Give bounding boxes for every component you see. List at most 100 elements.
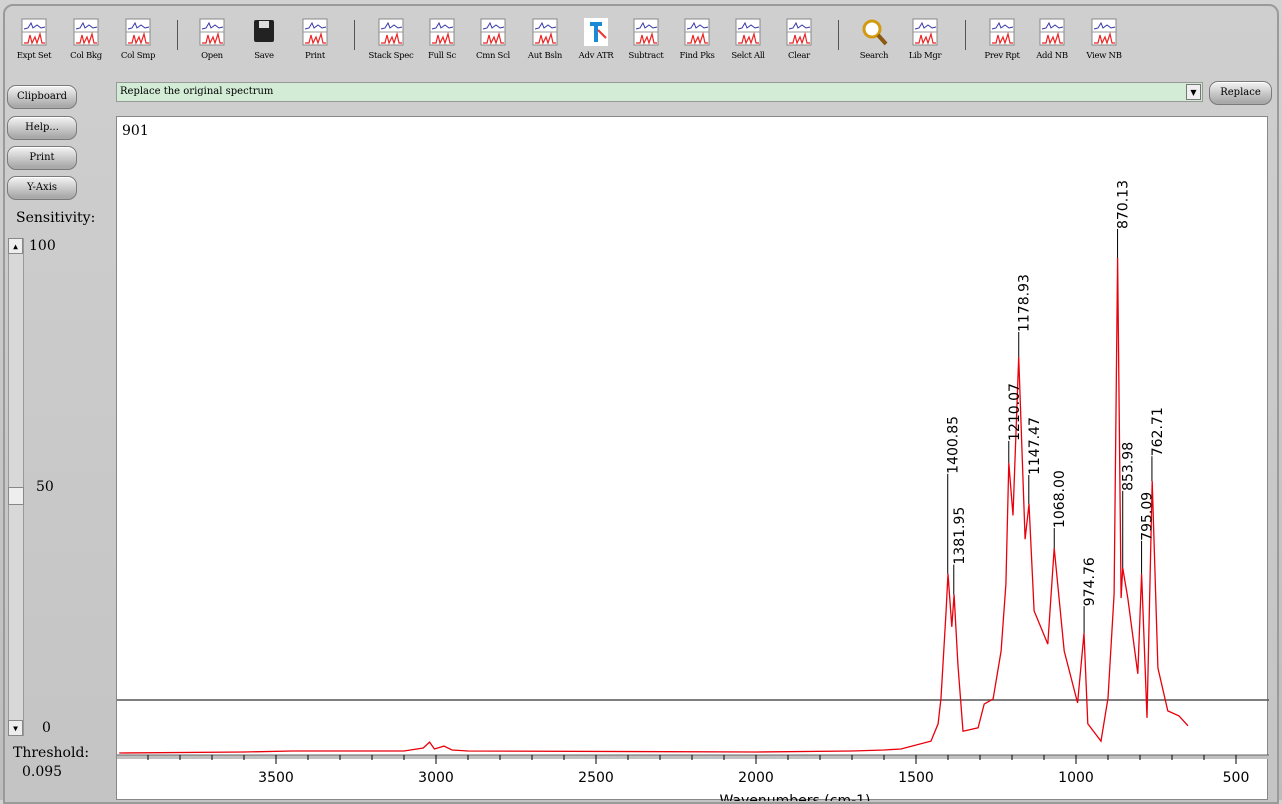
toolbar-button-label: Subtract [628, 51, 664, 61]
peak-label: 1381.95 [952, 507, 968, 565]
toolbar-button-label: Search [859, 51, 889, 61]
toolbar-button-search[interactable]: Search [847, 16, 901, 61]
scale-max: 100 [29, 238, 56, 254]
peak-label: 1178.93 [1017, 274, 1033, 332]
y-axis-button[interactable]: Y-Axis [7, 176, 77, 200]
clipboard-button[interactable]: Clipboard [7, 85, 77, 109]
peak-label: 1210.07 [1007, 383, 1023, 441]
clear-icon [786, 18, 812, 46]
toolbar-button-subtract[interactable]: Subtract [619, 16, 673, 61]
toolbar-button-lib-mgr[interactable]: Lib Mgr [898, 16, 952, 61]
toolbar-button-label: Lib Mgr [908, 51, 942, 61]
toolbar-button-save[interactable]: Save [237, 16, 291, 61]
add-notebook-icon [1039, 18, 1065, 46]
subtract-icon [633, 18, 659, 46]
auto-baseline-icon [532, 18, 558, 46]
toolbar-button-label: Find Pks [679, 51, 715, 61]
sensitivity-label: Sensitivity: [16, 210, 96, 226]
toolbar-button-label: Add NB [1036, 51, 1068, 61]
toolbar-button-label: Stack Spec [368, 51, 414, 61]
toolbar-separator [177, 20, 178, 50]
toolbar-button-label: Prev Rpt [984, 51, 1020, 61]
x-tick-label: 1000 [1058, 770, 1094, 786]
toolbar-separator [838, 20, 839, 50]
toolbar-button-col-bkg[interactable]: Col Bkg [59, 16, 113, 61]
toolbar-button-label: View NB [1086, 51, 1122, 61]
x-tick-label: 2000 [738, 770, 774, 786]
threshold-label: Threshold: [13, 745, 90, 761]
toolbar-button-selct-all[interactable]: Selct All [721, 16, 775, 61]
threshold-value: 0.095 [22, 764, 63, 780]
toolbar-button-print[interactable]: Print [288, 16, 342, 61]
open-folder-icon [199, 18, 225, 46]
peak-label: 1147.47 [1027, 417, 1043, 475]
toolbar-button-label: Open [201, 51, 223, 61]
view-notebook-icon [1091, 18, 1117, 46]
toolbar-button-find-pks[interactable]: Find Pks [670, 16, 724, 61]
toolbar-button-view-nb[interactable]: View NB [1077, 16, 1131, 61]
peak-label: 1400.85 [946, 416, 962, 474]
scale-min: 0 [42, 720, 51, 736]
library-manager-icon [912, 18, 938, 46]
peak-label: 870.13 [1116, 180, 1132, 229]
peak-label: 795.09 [1140, 492, 1156, 541]
peak-label: 853.98 [1121, 442, 1137, 491]
toolbar-button-label: Col Bkg [70, 51, 102, 61]
toolbar-button-col-smp[interactable]: Col Smp [111, 16, 165, 61]
printer-icon [302, 18, 328, 46]
print-button[interactable]: Print [7, 146, 77, 170]
peak-label: 974.76 [1082, 557, 1098, 606]
slider-up-arrow-icon[interactable]: ▲ [8, 238, 23, 254]
slider-down-arrow-icon[interactable]: ▼ [8, 720, 23, 736]
toolbar-button-label: Save [254, 51, 274, 61]
toolbar-button-open[interactable]: Open [185, 16, 239, 61]
peak-label: 762.71 [1150, 407, 1166, 456]
toolbar-button-stack-spec[interactable]: Stack Spec [364, 16, 418, 61]
toolbar-separator [354, 20, 355, 50]
spectrum-plot[interactable]: 901 3500 3000 2500 2000 1500 1000 500 Wavenumbe… [116, 116, 1269, 801]
peak-label: 1068.00 [1052, 470, 1068, 528]
magnifier-icon [862, 19, 888, 46]
collect-background-icon [73, 18, 99, 46]
toolbar-button-label: Clear [788, 51, 810, 61]
command-dropdown[interactable]: Replace the original spectrum ▼ [116, 82, 1203, 102]
toolbar-button-adv-atr[interactable]: Adv ATR [569, 16, 623, 61]
x-tick-label: 2500 [578, 770, 614, 786]
toolbar-button-label: Expt Set [16, 51, 52, 61]
toolbar-button-label: Print [305, 51, 325, 61]
x-tick-label: 3000 [418, 770, 454, 786]
x-tick-label: 1500 [898, 770, 934, 786]
common-scale-icon [480, 18, 506, 46]
toolbar-button-full-sc[interactable]: Full Sc [415, 16, 469, 61]
select-all-icon [735, 18, 761, 46]
toolbar-button-label: Selct All [731, 51, 765, 61]
full-scale-icon [429, 18, 455, 46]
toolbar-button-clear[interactable]: Clear [772, 16, 826, 61]
slider-thumb[interactable] [8, 486, 24, 505]
stack-spectra-icon [378, 18, 404, 46]
x-axis-bar [117, 755, 1269, 759]
toolbar-button-expt-set[interactable]: Expt Set [7, 16, 61, 61]
toolbar-button-prev-rpt[interactable]: Prev Rpt [975, 16, 1029, 61]
experiment-setup-icon [21, 18, 47, 46]
advanced-atr-icon [584, 18, 608, 46]
scale-mid: 50 [36, 479, 54, 495]
find-peaks-icon [684, 18, 710, 46]
floppy-disk-icon [254, 20, 274, 42]
toolbar-button-label: Aut Bsln [527, 51, 563, 61]
toolbar-button-label: Cmn Scl [476, 51, 510, 61]
dropdown-arrow-icon[interactable]: ▼ [1186, 84, 1201, 100]
command-dropdown-value: Replace the original spectrum [120, 86, 274, 97]
x-tick-label: 500 [1223, 770, 1250, 786]
help-button[interactable]: Help... [7, 116, 77, 140]
toolbar-separator [965, 20, 966, 50]
toolbar-button-label: Adv ATR [578, 51, 614, 61]
replace-button[interactable]: Replace [1209, 81, 1272, 105]
toolbar-button-cmn-scl[interactable]: Cmn Scl [466, 16, 520, 61]
toolbar-button-label: Col Smp [120, 51, 156, 61]
toolbar-button-label: Full Sc [428, 51, 456, 61]
preview-report-icon [989, 18, 1015, 46]
spectrum-chart: 3500 3000 2500 2000 1500 1000 500Wavenumbers (… [117, 180, 1269, 801]
toolbar-button-aut-bsln[interactable]: Aut Bsln [518, 16, 572, 61]
toolbar-button-add-nb[interactable]: Add NB [1025, 16, 1079, 61]
